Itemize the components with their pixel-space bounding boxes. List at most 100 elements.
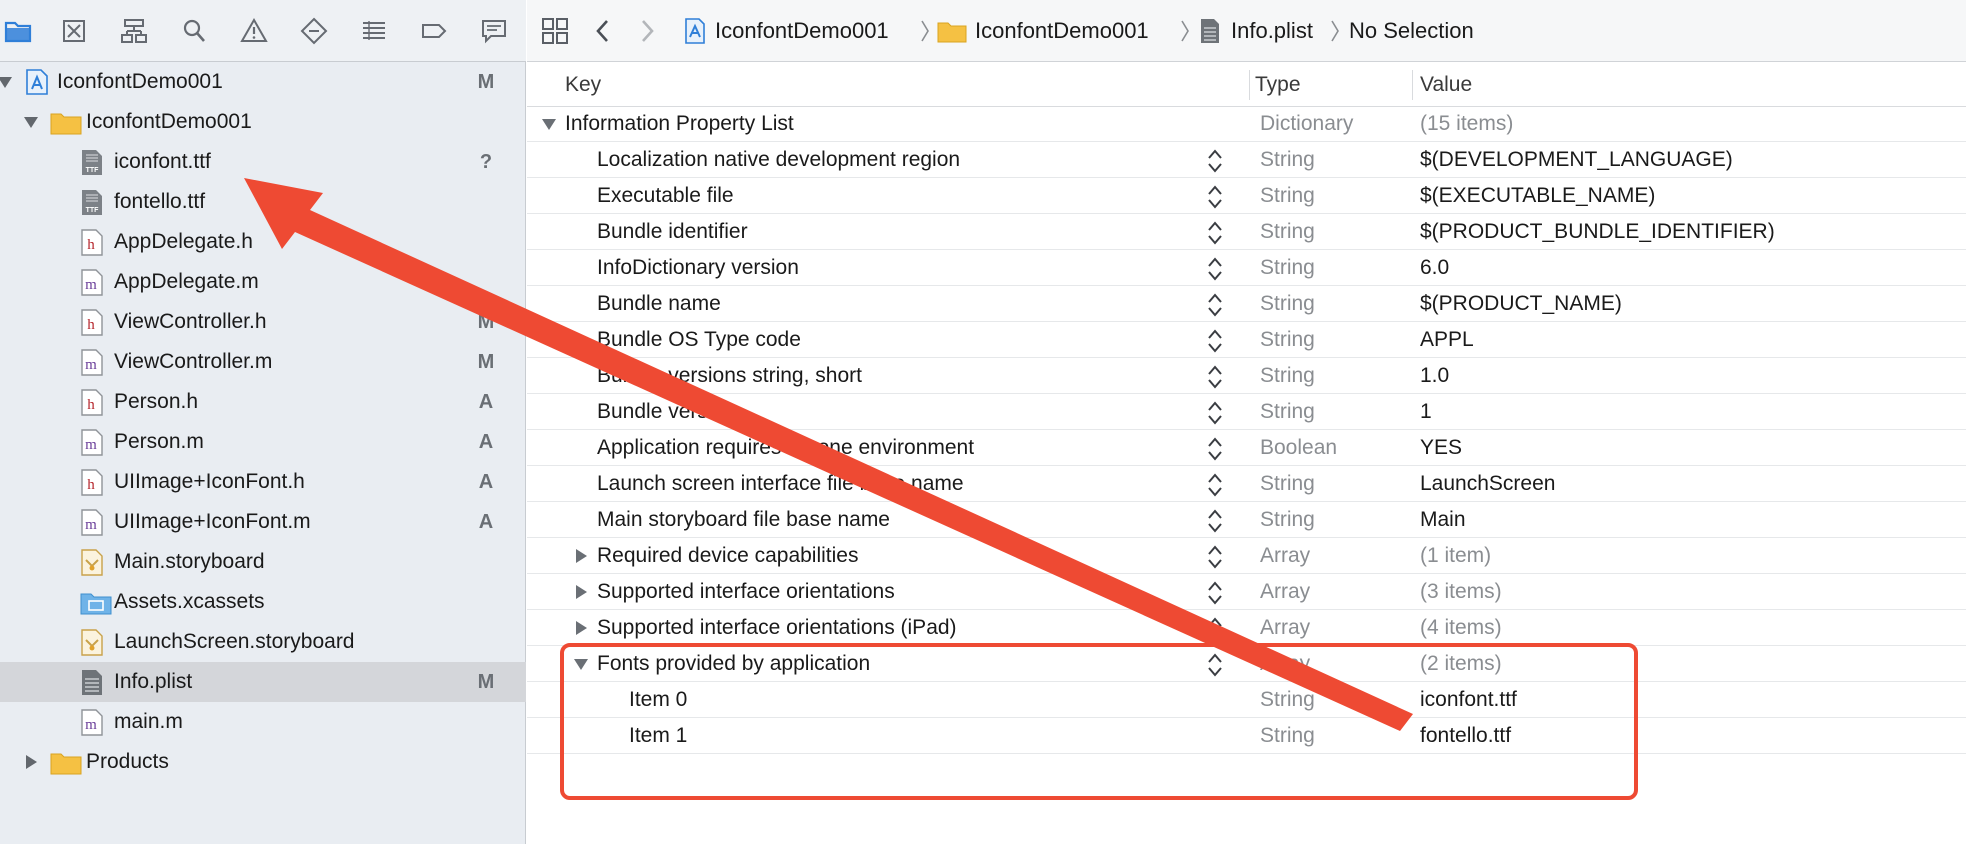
plist-key[interactable]: Bundle name (597, 286, 721, 322)
plist-key[interactable]: Information Property List (565, 106, 794, 142)
plist-type[interactable]: String (1260, 322, 1315, 358)
file-tree-item[interactable]: h Person.h A (0, 382, 526, 422)
plist-value[interactable]: (1 item) (1420, 538, 1491, 574)
file-tree-item[interactable]: m Person.m A (0, 422, 526, 462)
disclosure-triangle[interactable] (22, 113, 40, 131)
plist-type[interactable]: String (1260, 466, 1315, 502)
file-tree-item[interactable]: Info.plist M (0, 662, 526, 702)
plist-value[interactable]: YES (1420, 430, 1462, 466)
plist-row[interactable]: Information Property List Dictionary (15 i… (527, 106, 1966, 142)
key-stepper-icon[interactable] (1205, 580, 1225, 606)
breadcrumb-group[interactable]: IconfontDemo001 (937, 0, 1149, 62)
file-tree-item[interactable]: LaunchScreen.storyboard (0, 622, 526, 662)
plist-key[interactable]: Bundle version (597, 394, 736, 430)
plist-row[interactable]: Main storyboard file base name String Main (527, 502, 1966, 538)
key-stepper-icon[interactable] (1205, 616, 1225, 642)
key-stepper-icon[interactable] (1205, 364, 1225, 390)
key-stepper-icon[interactable] (1205, 544, 1225, 570)
column-divider[interactable] (1412, 70, 1413, 100)
plist-value[interactable]: APPL (1420, 322, 1474, 358)
plist-row[interactable]: Bundle version String 1 (527, 394, 1966, 430)
plist-row[interactable]: Launch screen interface file base name St… (527, 466, 1966, 502)
plist-type[interactable]: String (1260, 286, 1315, 322)
plist-value[interactable]: (15 items) (1420, 106, 1513, 142)
plist-row[interactable]: Bundle name String $(PRODUCT_NAME) (527, 286, 1966, 322)
key-stepper-icon[interactable] (1205, 148, 1225, 174)
file-tree-item[interactable]: h ViewController.h M (0, 302, 526, 342)
key-stepper-icon[interactable] (1205, 472, 1225, 498)
plist-value[interactable]: $(PRODUCT_BUNDLE_IDENTIFIER) (1420, 214, 1775, 250)
back-button[interactable] (593, 0, 613, 62)
plist-value[interactable]: 6.0 (1420, 250, 1449, 286)
file-tree-item[interactable]: IconfontDemo001 M (0, 62, 526, 102)
plist-key[interactable]: Bundle versions string, short (597, 358, 862, 394)
plist-row[interactable]: Supported interface orientations Array (3 … (527, 574, 1966, 610)
file-tree-item[interactable]: Products (0, 742, 526, 782)
file-tree-item[interactable]: h AppDelegate.h (0, 222, 526, 262)
related-items-button[interactable] (541, 0, 569, 62)
plist-value[interactable]: 1 (1420, 394, 1432, 430)
test-diamond-navigator-button[interactable] (296, 12, 332, 50)
disclosure-triangle[interactable] (573, 538, 589, 574)
plist-row[interactable]: Bundle versions string, short String 1.0 (527, 358, 1966, 394)
disclosure-triangle[interactable] (573, 610, 589, 646)
key-stepper-icon[interactable] (1205, 220, 1225, 246)
file-tree-item[interactable]: TTF iconfont.ttf? (0, 142, 526, 182)
plist-row[interactable]: Supported interface orientations (iPad) A… (527, 610, 1966, 646)
disclosure-triangle[interactable] (541, 106, 557, 142)
breadcrumb-project[interactable]: IconfontDemo001 (683, 0, 889, 62)
plist-type[interactable]: Dictionary (1260, 106, 1353, 142)
plist-key[interactable]: Application requires iPhone environment (597, 430, 974, 466)
type-column-header[interactable]: Type (1255, 62, 1301, 107)
plist-row[interactable]: InfoDictionary version String 6.0 (527, 250, 1966, 286)
plist-key[interactable]: Supported interface orientations (597, 574, 895, 610)
plist-key[interactable]: Required device capabilities (597, 538, 859, 574)
key-stepper-icon[interactable] (1205, 400, 1225, 426)
hierarchy-navigator-button[interactable] (116, 12, 152, 50)
plist-type[interactable]: String (1260, 178, 1315, 214)
plist-key[interactable]: Bundle identifier (597, 214, 748, 250)
file-tree-item[interactable]: Main.storyboard (0, 542, 526, 582)
value-column-header[interactable]: Value (1420, 62, 1472, 107)
plist-row[interactable]: Localization native development region St… (527, 142, 1966, 178)
plist-row[interactable]: Bundle identifier String $(PRODUCT_BUNDLE_… (527, 214, 1966, 250)
breadcrumb-file[interactable]: Info.plist (1199, 0, 1313, 62)
report-navigator-button[interactable] (476, 12, 512, 50)
plist-type[interactable]: String (1260, 394, 1315, 430)
plist-value[interactable]: $(EXECUTABLE_NAME) (1420, 178, 1655, 214)
plist-value[interactable]: $(DEVELOPMENT_LANGUAGE) (1420, 142, 1733, 178)
disclosure-triangle[interactable] (0, 73, 14, 91)
plist-type[interactable]: Array (1260, 538, 1310, 574)
breadcrumb-selection[interactable]: No Selection (1349, 0, 1474, 62)
plist-key[interactable]: Main storyboard file base name (597, 502, 890, 538)
disclosure-triangle[interactable] (22, 753, 40, 771)
plist-type[interactable]: Array (1260, 610, 1310, 646)
file-tree-item[interactable]: Assets.xcassets (0, 582, 526, 622)
column-divider[interactable] (1249, 70, 1250, 100)
plist-row[interactable]: Application requires iPhone environment B… (527, 430, 1966, 466)
key-stepper-icon[interactable] (1205, 292, 1225, 318)
file-tree-item[interactable]: TTF fontello.ttf (0, 182, 526, 222)
search-navigator-button[interactable] (176, 12, 212, 50)
plist-value[interactable]: (3 items) (1420, 574, 1502, 610)
plist-type[interactable]: String (1260, 358, 1315, 394)
plist-type[interactable]: String (1260, 214, 1315, 250)
key-column-header[interactable]: Key (565, 62, 601, 107)
plist-type[interactable]: Boolean (1260, 430, 1337, 466)
debug-list-navigator-button[interactable] (356, 12, 392, 50)
plist-row[interactable]: Executable file String $(EXECUTABLE_NAME) (527, 178, 1966, 214)
file-tree-item[interactable]: h UIImage+IconFont.h A (0, 462, 526, 502)
plist-row[interactable]: Required device capabilities Array (1 item… (527, 538, 1966, 574)
key-stepper-icon[interactable] (1205, 508, 1225, 534)
plist-value[interactable]: (4 items) (1420, 610, 1502, 646)
key-stepper-icon[interactable] (1205, 436, 1225, 462)
file-tree-item[interactable]: m AppDelegate.m (0, 262, 526, 302)
file-tree-item[interactable]: m main.m (0, 702, 526, 742)
plist-type[interactable]: String (1260, 502, 1315, 538)
plist-value[interactable]: LaunchScreen (1420, 466, 1555, 502)
plist-key[interactable]: Supported interface orientations (iPad) (597, 610, 957, 646)
plist-row[interactable]: Bundle OS Type code String APPL (527, 322, 1966, 358)
plist-type[interactable]: String (1260, 250, 1315, 286)
key-stepper-icon[interactable] (1205, 184, 1225, 210)
folder-navigator-button[interactable] (0, 12, 36, 50)
